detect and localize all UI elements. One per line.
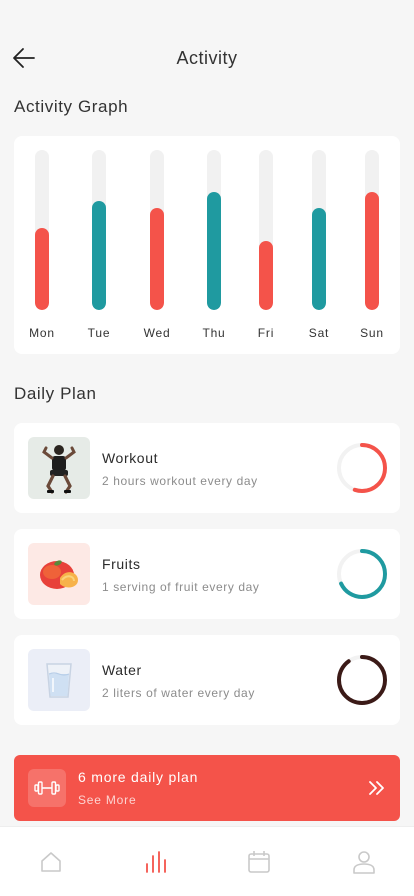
- bar-tue: [92, 201, 106, 310]
- dumbbell-icon-box: [28, 769, 66, 807]
- tab-calendar[interactable]: [246, 849, 272, 875]
- bar-track: [365, 150, 379, 310]
- bar-label: Thu: [202, 326, 226, 340]
- peach-icon: [40, 560, 78, 589]
- tab-profile[interactable]: [351, 849, 377, 875]
- plan-thumb: [28, 649, 90, 711]
- bar-track: [259, 150, 273, 310]
- bar-thu: [207, 192, 221, 310]
- plan-subtitle: 2 liters of water every day: [102, 686, 255, 700]
- bar-label: Sun: [360, 326, 384, 340]
- bar-label: Fri: [257, 326, 275, 340]
- bar-column-sun: Sun: [350, 150, 394, 360]
- water-glass-icon: [46, 663, 72, 698]
- bar-track: [35, 150, 49, 310]
- daily-plan-title: Daily Plan: [14, 384, 97, 403]
- activity-graph-card: Mon Tue Wed Thu Fri Sat Sun: [14, 136, 400, 354]
- bar-column-fri: Fri: [244, 150, 288, 360]
- bar-column-sat: Sat: [297, 150, 341, 360]
- calendar-icon: [248, 851, 270, 873]
- progress-ring-fill: [337, 655, 387, 705]
- tab-home[interactable]: [38, 849, 64, 875]
- back-button[interactable]: [10, 44, 38, 72]
- bar-column-wed: Wed: [135, 150, 179, 360]
- bar-label: Wed: [143, 326, 171, 340]
- bar-sun: [365, 192, 379, 310]
- bar-column-tue: Tue: [77, 150, 121, 360]
- plan-card-fruits[interactable]: Fruits 1 serving of fruit every day: [14, 529, 400, 619]
- activity-graph-title: Activity Graph: [14, 97, 129, 116]
- dumbbell-icon: [34, 781, 60, 795]
- bar-mon: [35, 228, 49, 310]
- plan-subtitle: 2 hours workout every day: [102, 474, 258, 488]
- progress-ring: [337, 655, 387, 705]
- plan-title: Water: [102, 662, 142, 678]
- header: Activity: [0, 38, 414, 78]
- more-plans-title: 6 more daily plan: [78, 769, 199, 785]
- plan-thumb: [28, 543, 90, 605]
- page-title: Activity: [176, 47, 238, 68]
- bottom-tab-bar: [0, 826, 414, 896]
- bar-column-thu: Thu: [192, 150, 236, 360]
- bar-chart-icon: [146, 851, 166, 873]
- bar-track: [92, 150, 106, 310]
- bar-label: Tue: [87, 326, 111, 340]
- plan-title: Fruits: [102, 556, 141, 572]
- bar-track: [207, 150, 221, 310]
- bar-column-mon: Mon: [20, 150, 64, 360]
- bar-label: Mon: [29, 326, 55, 340]
- bar-sat: [312, 208, 326, 310]
- double-chevron-right-icon: [369, 781, 384, 795]
- bar-label: Sat: [308, 326, 330, 340]
- bar-fri: [259, 241, 273, 310]
- plan-title: Workout: [102, 450, 159, 466]
- user-icon: [353, 851, 375, 874]
- more-plans-button[interactable]: 6 more daily plan See More: [14, 755, 400, 821]
- see-more-link[interactable]: See More: [78, 793, 136, 807]
- bar-track: [150, 150, 164, 310]
- home-icon: [41, 852, 61, 872]
- arrow-left-icon: [13, 48, 35, 68]
- bar-wed: [150, 208, 164, 310]
- plan-card-workout[interactable]: Workout 2 hours workout every day: [14, 423, 400, 513]
- plan-card-water[interactable]: Water 2 liters of water every day: [14, 635, 400, 725]
- bar-track: [312, 150, 326, 310]
- plan-thumb: [28, 437, 90, 499]
- workout-photo-icon: [42, 445, 76, 494]
- tab-activity[interactable]: [143, 849, 169, 875]
- progress-ring: [337, 549, 387, 599]
- progress-ring: [337, 443, 387, 493]
- plan-subtitle: 1 serving of fruit every day: [102, 580, 260, 594]
